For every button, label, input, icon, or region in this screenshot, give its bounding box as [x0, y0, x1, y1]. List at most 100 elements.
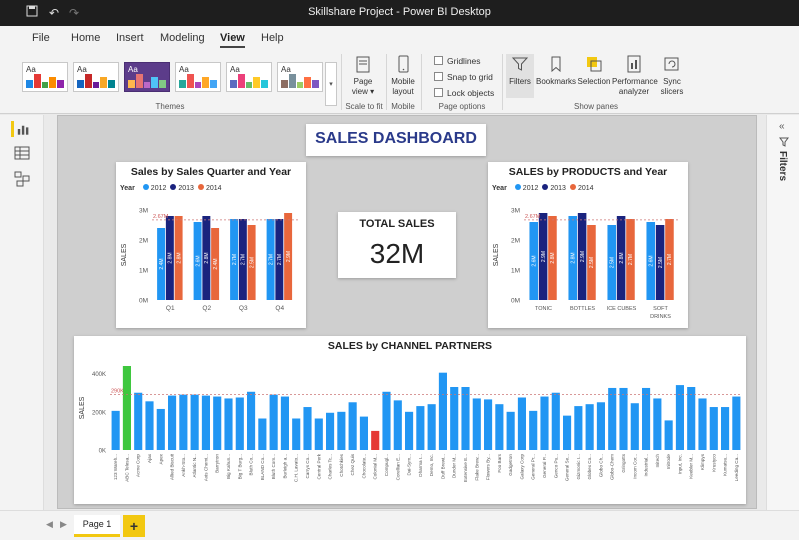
data-label: 2.5M: [249, 257, 255, 268]
theme-thumbnail[interactable]: Aa: [124, 62, 170, 92]
filters-pane-collapsed[interactable]: « Filters: [766, 115, 799, 510]
x-tick-label: Bluth Com...: [271, 454, 276, 479]
chart-plot: SALES 0K 200K 400K 123 Wareh... ABC Telesa...…: [79, 366, 742, 482]
performance-analyzer-button[interactable]: Performance analyzer: [612, 54, 658, 97]
x-tick-label: Initrode: [666, 454, 671, 470]
x-tick-label: Leeding Ca...: [734, 454, 739, 481]
expand-chevron-icon[interactable]: «: [779, 121, 785, 132]
y-tick-label: 400K: [92, 372, 106, 378]
bar: [337, 411, 346, 450]
x-tick-label: Chocolate...: [361, 454, 366, 479]
theme-thumbnail[interactable]: Aa: [73, 62, 119, 92]
theme-swatch: [194, 82, 202, 88]
theme-thumbnail[interactable]: Aa: [226, 62, 272, 92]
page-tab[interactable]: Page 1: [74, 515, 120, 537]
theme-font-sample: Aa: [26, 65, 36, 74]
model-view-icon[interactable]: [14, 171, 30, 187]
data-label: 2.9M: [541, 251, 547, 262]
menu-insert[interactable]: Insert: [116, 32, 144, 44]
theme-swatch: [186, 74, 194, 88]
bar: [416, 406, 425, 450]
menu-home[interactable]: Home: [71, 32, 100, 44]
bar: [687, 387, 696, 450]
x-tick-label: C.H. Lavato...: [294, 454, 299, 482]
snap-to-grid-checkbox[interactable]: Snap to grid: [434, 72, 493, 82]
x-tick-label: Q4: [275, 305, 284, 312]
x-tick-label: Galaxy Corp: [519, 454, 524, 480]
bar: [596, 402, 605, 450]
menu-view[interactable]: View: [220, 32, 245, 48]
dashboard-title-box[interactable]: SALES DASHBOARD: [306, 124, 486, 156]
x-tick-label: ICE CUBES: [607, 306, 637, 312]
theme-swatch: [179, 79, 186, 88]
sales-by-quarter-chart[interactable]: Sales by Sales Quarter and Year Year 2012 2…: [116, 162, 306, 328]
page-next-icon[interactable]: ▶: [60, 519, 67, 530]
menu-file[interactable]: File: [32, 32, 50, 44]
theme-swatch: [151, 76, 159, 88]
page-prev-icon[interactable]: ◀: [46, 519, 53, 530]
bar: [247, 391, 256, 450]
lock-objects-label: Lock objects: [447, 88, 495, 98]
themes-scroll-button[interactable]: ▾: [325, 62, 337, 106]
x-tick-label: Bluth Co...: [249, 454, 254, 475]
theme-swatch: [159, 80, 166, 88]
theme-swatch: [108, 80, 115, 88]
data-view-icon[interactable]: [14, 145, 30, 161]
bar: [506, 411, 515, 450]
x-tick-label: Chez Quis: [350, 453, 355, 475]
x-tick-label: Q2: [202, 305, 211, 312]
theme-thumbnail[interactable]: Aa: [22, 62, 68, 92]
menu-help[interactable]: Help: [261, 32, 284, 44]
x-tick-label: Q1: [166, 305, 175, 312]
bar: [619, 387, 628, 450]
x-tick-label: Globex Co...: [587, 454, 592, 480]
theme-font-sample: Aa: [179, 65, 189, 74]
x-tick-label: Allied Biscuit: [170, 453, 175, 480]
x-tick-label: Ankh-Sto...: [181, 454, 186, 477]
selection-pane-button[interactable]: Selection: [577, 54, 611, 87]
bookmarks-pane-button[interactable]: Bookmarks: [536, 54, 576, 87]
data-label: 2.6M: [648, 255, 654, 266]
x-tick-label: Ajax: [147, 453, 152, 463]
bar: [709, 407, 718, 450]
x-tick-label: Krustyco: [711, 454, 716, 472]
theme-font-sample: Aa: [281, 65, 291, 74]
theme-thumbnail[interactable]: Aa: [175, 62, 221, 92]
bookmarks-label: Bookmarks: [536, 77, 577, 86]
x-tick-label: Globo-Chem: [610, 454, 615, 480]
filters-label: Filters: [509, 77, 531, 86]
mobile-layout-label: Mobile layout: [391, 77, 415, 96]
themes-group-label: Themes: [155, 102, 185, 111]
menu-bar: File Home Insert Modeling View Help: [0, 26, 799, 50]
data-label: 2.5M: [589, 257, 595, 268]
bar: [213, 396, 222, 450]
sales-by-channel-partners-chart[interactable]: SALES by CHANNEL PARTNERS SALES 0K 200K 400K…: [74, 336, 746, 504]
filters-pane-button[interactable]: Filters: [506, 54, 534, 98]
data-label: 2.6M: [531, 255, 537, 266]
x-tick-label: Kumatsu...: [723, 454, 728, 476]
data-label: 2.7M: [628, 254, 634, 265]
bar: [698, 398, 707, 450]
total-sales-card[interactable]: TOTAL SALES 32M: [338, 212, 456, 278]
x-tick-label: Genco Pu...: [553, 454, 558, 478]
page-view-button[interactable]: Page view ▾: [346, 54, 380, 97]
add-page-button[interactable]: +: [123, 515, 145, 537]
bar: [563, 415, 572, 450]
bar: [721, 407, 730, 450]
sync-slicers-button[interactable]: Sync slicers: [658, 54, 686, 97]
lock-objects-checkbox[interactable]: Lock objects: [434, 88, 494, 98]
bar: [190, 394, 199, 450]
bar: [145, 401, 154, 450]
x-tick-label: Extensive E...: [463, 454, 468, 482]
bar: [517, 397, 526, 450]
mobile-layout-button[interactable]: Mobile layout: [389, 54, 417, 97]
bar: [461, 387, 470, 450]
report-view-icon[interactable]: [11, 121, 30, 137]
sales-by-products-chart[interactable]: SALES by PRODUCTS and Year Year 2012 2013 20…: [488, 162, 688, 328]
gridlines-checkbox[interactable]: Gridlines: [434, 56, 481, 66]
reference-line-label: 290K: [111, 389, 124, 395]
theme-swatch: [288, 74, 296, 88]
menu-modeling[interactable]: Modeling: [160, 32, 205, 44]
theme-thumbnail[interactable]: Aa: [277, 62, 323, 92]
x-tick-label: Axis Chemi...: [203, 454, 208, 481]
